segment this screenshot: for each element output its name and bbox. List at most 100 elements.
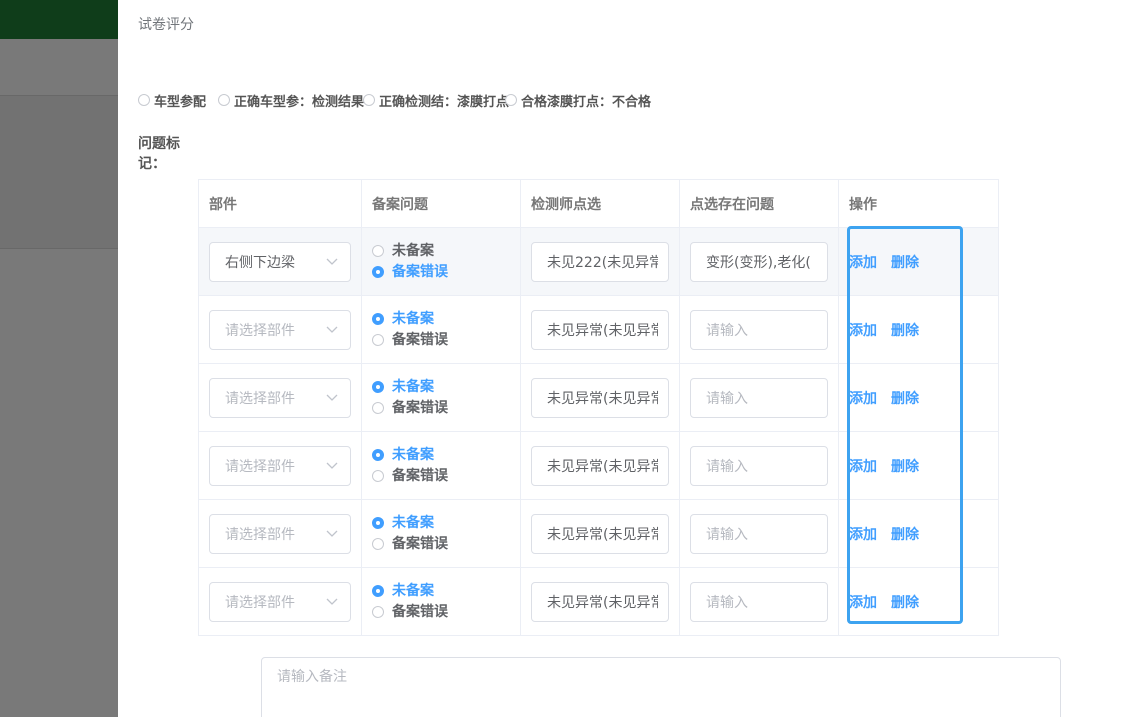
summary-option-label: 正确检测结：漆膜打点 <box>379 94 510 110</box>
radio-circle <box>372 266 384 278</box>
radio-not-filed[interactable]: 未备案 <box>372 311 510 327</box>
radio-not-filed[interactable]: 未备案 <box>372 379 510 395</box>
delete-row-button[interactable]: 删除 <box>891 252 919 272</box>
selection-issue-cell: 变形(变形),老化( <box>679 227 839 296</box>
part-cell: 请选择部件 <box>198 499 362 568</box>
part-select[interactable]: 右侧下边梁 <box>209 241 351 282</box>
inspector-selection-cell: 未见异常(未见异常 <box>520 363 680 432</box>
radio-filing-error[interactable]: 备案错误 <box>372 536 510 552</box>
inspector-selection-input[interactable]: 未见异常(未见异常 <box>531 309 669 350</box>
inspector-selection-cell: 未见222(未见异常 <box>520 227 680 296</box>
add-row-button[interactable]: 添加 <box>849 592 877 612</box>
selection-issue-input[interactable]: 请输入 <box>690 445 828 486</box>
part-select[interactable]: 请选择部件 <box>209 377 351 418</box>
table-row: 请选择部件 未备案 备案错误 未见异常(未见异常 请输入 添加 删除 <box>198 567 999 636</box>
add-row-button[interactable]: 添加 <box>849 320 877 340</box>
inspector-selection-value: 未见异常(未见异常 <box>547 390 658 407</box>
inspector-selection-input[interactable]: 未见异常(未见异常 <box>531 445 669 486</box>
part-select[interactable]: 请选择部件 <box>209 581 351 622</box>
radio-circle <box>372 470 384 482</box>
part-select-value: 右侧下边梁 <box>225 254 295 271</box>
radio-filing-error[interactable]: 备案错误 <box>372 264 510 280</box>
selection-issue-input[interactable]: 请输入 <box>690 377 828 418</box>
part-select-value: 请选择部件 <box>225 526 295 543</box>
inspector-selection-cell: 未见异常(未见异常 <box>520 295 680 364</box>
inspector-selection-input[interactable]: 未见222(未见异常 <box>531 241 669 282</box>
add-row-button[interactable]: 添加 <box>849 388 877 408</box>
selection-issue-value: 请输入 <box>706 526 748 543</box>
filing-issue-radio-group: 未备案 备案错误 <box>372 311 510 348</box>
inspector-selection-input[interactable]: 未见异常(未见异常 <box>531 513 669 554</box>
delete-row-button[interactable]: 删除 <box>891 320 919 340</box>
add-row-button[interactable]: 添加 <box>849 252 877 272</box>
add-row-button[interactable]: 添加 <box>849 524 877 544</box>
exam-scoring-drawer: 试卷评分 车型参配 正确车型参：检测结果 正确检测结：漆膜打点 合格漆膜打点：不… <box>118 0 1125 717</box>
radio-filing-error[interactable]: 备案错误 <box>372 468 510 484</box>
part-cell: 请选择部件 <box>198 431 362 500</box>
row-actions: 添加 删除 <box>849 388 988 408</box>
add-row-button[interactable]: 添加 <box>849 456 877 476</box>
table-row: 请选择部件 未备案 备案错误 未见异常(未见异常 请输入 添加 删除 <box>198 295 999 364</box>
selection-issue-input[interactable]: 请输入 <box>690 309 828 350</box>
summary-option-vehicle-config[interactable]: 车型参配 <box>138 90 206 110</box>
selection-issue-input[interactable]: 请输入 <box>690 513 828 554</box>
radio-filing-error[interactable]: 备案错误 <box>372 332 510 348</box>
radio-label: 备案错误 <box>392 604 448 620</box>
inspector-selection-cell: 未见异常(未见异常 <box>520 567 680 636</box>
inspector-selection-value: 未见异常(未见异常 <box>547 526 658 543</box>
radio-not-filed[interactable]: 未备案 <box>372 243 510 259</box>
part-cell: 请选择部件 <box>198 363 362 432</box>
summary-option-paint-point[interactable]: 正确检测结：漆膜打点 <box>363 90 509 110</box>
chevron-down-icon <box>326 322 338 338</box>
filing-issue-cell: 未备案备案错误 <box>361 431 521 500</box>
radio-circle <box>372 313 384 325</box>
filing-issue-cell: 未备案备案错误 <box>361 567 521 636</box>
column-header-filing-issue: 备案问题 <box>361 179 521 228</box>
radio-not-filed[interactable]: 未备案 <box>372 447 510 463</box>
inspector-selection-value: 未见异常(未见异常 <box>547 322 658 339</box>
inspector-selection-input[interactable]: 未见异常(未见异常 <box>531 377 669 418</box>
radio-label: 备案错误 <box>392 400 448 416</box>
selection-issue-cell: 请输入 <box>679 567 839 636</box>
part-select[interactable]: 请选择部件 <box>209 309 351 350</box>
summary-option-label: 正确车型参：检测结果 <box>234 94 365 110</box>
actions-cell: 添加 删除 <box>838 363 999 432</box>
radio-circle <box>218 94 230 106</box>
inspector-selection-cell: 未见异常(未见异常 <box>520 431 680 500</box>
radio-label: 未备案 <box>392 515 434 531</box>
inspector-selection-cell: 未见异常(未见异常 <box>520 499 680 568</box>
delete-row-button[interactable]: 删除 <box>891 456 919 476</box>
delete-row-button[interactable]: 删除 <box>891 388 919 408</box>
summary-option-detection-result[interactable]: 正确车型参：检测结果 <box>218 90 364 110</box>
table-row: 请选择部件 未备案 备案错误 未见异常(未见异常 请输入 添加 删除 <box>198 363 999 432</box>
filing-issue-radio-group: 未备案备案错误 <box>372 515 510 552</box>
selection-issue-input[interactable]: 请输入 <box>690 581 828 622</box>
selection-issue-value: 变形(变形),老化( <box>706 254 811 271</box>
summary-radio-group: 车型参配 正确车型参：检测结果 正确检测结：漆膜打点 合格漆膜打点：不合格 <box>138 90 698 110</box>
radio-circle <box>372 585 384 597</box>
radio-filing-error[interactable]: 备案错误 <box>372 400 510 416</box>
summary-option-paint-unqualified[interactable]: 合格漆膜打点：不合格 <box>505 90 651 110</box>
filing-issue-cell: 未备案备案错误 <box>361 363 521 432</box>
part-select[interactable]: 请选择部件 <box>209 445 351 486</box>
inspector-selection-value: 未见异常(未见异常 <box>547 594 658 611</box>
radio-filing-error[interactable]: 备案错误 <box>372 604 510 620</box>
delete-row-button[interactable]: 删除 <box>891 524 919 544</box>
radio-circle <box>372 245 384 257</box>
radio-circle <box>372 381 384 393</box>
remark-textarea[interactable]: 请输入备注 <box>261 657 1061 717</box>
filing-issue-cell: 未备案 备案错误 <box>361 295 521 364</box>
part-select[interactable]: 请选择部件 <box>209 513 351 554</box>
radio-not-filed[interactable]: 未备案 <box>372 515 510 531</box>
table-row: 请选择部件 未备案备案错误 未见异常(未见异常 请输入 添加 删除 <box>198 499 999 568</box>
inspector-selection-input[interactable]: 未见异常(未见异常 <box>531 581 669 622</box>
radio-circle <box>372 517 384 529</box>
selection-issue-value: 请输入 <box>706 458 748 475</box>
row-actions: 添加 删除 <box>849 592 988 612</box>
inspector-selection-value: 未见222(未见异常 <box>547 254 658 271</box>
radio-not-filed[interactable]: 未备案 <box>372 583 510 599</box>
filing-issue-radio-group: 未备案备案错误 <box>372 447 510 484</box>
selection-issue-input[interactable]: 变形(变形),老化( <box>690 241 828 282</box>
delete-row-button[interactable]: 删除 <box>891 592 919 612</box>
radio-label: 备案错误 <box>392 468 448 484</box>
